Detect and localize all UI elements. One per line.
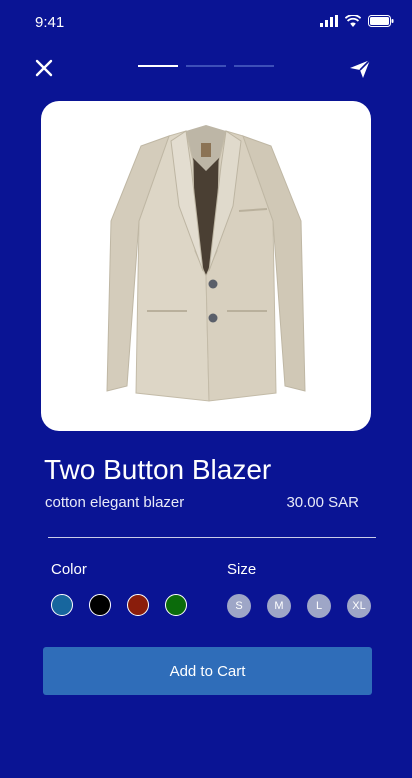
size-options: S M L XL: [227, 594, 371, 618]
status-icons: [320, 15, 394, 27]
status-bar: 9:41: [0, 0, 412, 46]
color-swatches: [51, 594, 187, 616]
product-image: [106, 125, 306, 402]
image-pager: [138, 65, 274, 67]
color-swatch-red[interactable]: [127, 594, 149, 616]
color-swatch-black[interactable]: [89, 594, 111, 616]
send-icon: [350, 59, 371, 78]
status-time: 9:41: [35, 14, 65, 31]
color-label: Color: [51, 561, 87, 578]
close-button[interactable]: [32, 56, 56, 80]
divider: [48, 537, 376, 538]
product-subtitle: cotton elegant blazer: [45, 494, 185, 511]
pager-dash[interactable]: [186, 65, 226, 67]
add-to-cart-button[interactable]: Add to Cart: [43, 647, 372, 695]
signal-icon: [320, 15, 338, 27]
battery-icon: [368, 15, 394, 27]
product-image-card: [41, 101, 371, 431]
size-option-l[interactable]: L: [307, 594, 331, 618]
share-button[interactable]: [348, 57, 372, 81]
product-title: Two Button Blazer: [44, 454, 272, 485]
wifi-icon: [345, 15, 361, 27]
close-icon: [35, 59, 53, 77]
pager-dash[interactable]: [138, 65, 178, 67]
size-option-s[interactable]: S: [227, 594, 251, 618]
size-option-m[interactable]: M: [267, 594, 291, 618]
pager-dash[interactable]: [234, 65, 274, 67]
color-swatch-blue[interactable]: [51, 594, 73, 616]
size-label: Size: [227, 561, 257, 578]
size-option-xl[interactable]: XL: [347, 594, 371, 618]
color-swatch-green[interactable]: [165, 594, 187, 616]
product-price: 30.00 SAR: [286, 494, 359, 511]
